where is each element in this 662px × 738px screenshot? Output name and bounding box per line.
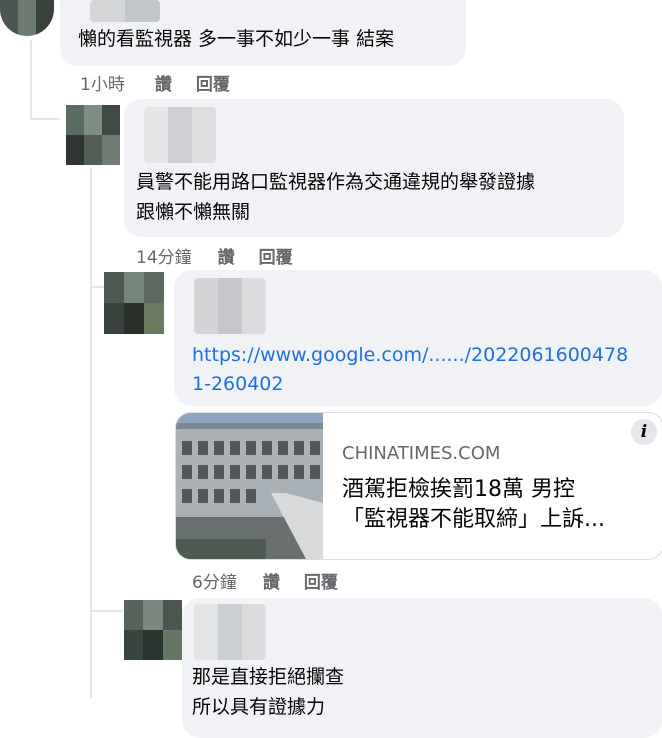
info-icon[interactable]: i — [631, 419, 657, 445]
comment-bubble: 員警不能用路口監視器作為交通違規的舉發證據 跟懶不懶無關 — [124, 99, 624, 237]
author-name-blurred[interactable] — [144, 107, 216, 163]
comment-meta: 14分鐘 讚 回覆 — [136, 243, 293, 268]
avatar[interactable] — [66, 105, 120, 165]
reply-button[interactable]: 回覆 — [196, 70, 230, 95]
comment-time[interactable]: 14分鐘 — [136, 243, 192, 268]
avatar[interactable] — [0, 0, 54, 36]
comment-text: 跟懶不懶無關 — [136, 201, 251, 223]
thread-line — [30, 40, 32, 120]
comment-time[interactable]: 1小時 — [80, 70, 125, 95]
preview-domain: CHINATIMES.COM — [342, 443, 501, 464]
link-preview-card[interactable]: CHINATIMES.COM 酒駕拒檢挨罰18萬 男控 「監視器不能取締」上訴.… — [175, 412, 662, 560]
comment-bubble: 懶的看監視器 多一事不如少一事 結案 — [60, 0, 466, 66]
thread-line — [30, 118, 60, 120]
comment-text: 懶的看監視器 多一事不如少一事 結案 — [78, 28, 395, 50]
comment-bubble: https://www.google.com/....../2022061600… — [174, 270, 662, 406]
building-image — [176, 413, 323, 559]
thread-line — [90, 610, 122, 612]
like-button[interactable]: 讚 — [263, 568, 280, 593]
comment-link[interactable]: https://www.google.com/....../2022061600… — [192, 340, 628, 370]
like-button[interactable]: 讚 — [155, 70, 172, 95]
comment-meta: 1小時 讚 回覆 — [80, 70, 230, 95]
reply-button[interactable]: 回覆 — [304, 568, 338, 593]
comment-bubble: 那是直接拒絕攔查 所以具有證據力 — [182, 598, 662, 738]
comment-text: 所以具有證據力 — [192, 696, 326, 718]
preview-title: 「監視器不能取締」上訴... — [342, 507, 605, 532]
comment-text: 員警不能用路口監視器作為交通違規的舉發證據 — [136, 171, 536, 193]
author-name-blurred[interactable] — [90, 0, 160, 22]
comment-link[interactable]: 1-260402 — [192, 369, 283, 399]
comment-meta: 6分鐘 讚 回覆 — [192, 568, 338, 593]
preview-title: 酒駕拒檢挨罰18萬 男控 — [342, 477, 575, 502]
thread-line — [90, 168, 92, 698]
like-button[interactable]: 讚 — [218, 243, 235, 268]
author-name-blurred[interactable] — [194, 278, 266, 334]
thread-line — [90, 286, 104, 288]
reply-button[interactable]: 回覆 — [259, 243, 293, 268]
comment-text: 那是直接拒絕攔查 — [192, 666, 345, 688]
comment-time[interactable]: 6分鐘 — [192, 568, 237, 593]
avatar[interactable] — [124, 600, 182, 660]
preview-thumbnail — [176, 413, 323, 559]
author-name-blurred[interactable] — [194, 604, 266, 660]
avatar[interactable] — [104, 272, 164, 334]
